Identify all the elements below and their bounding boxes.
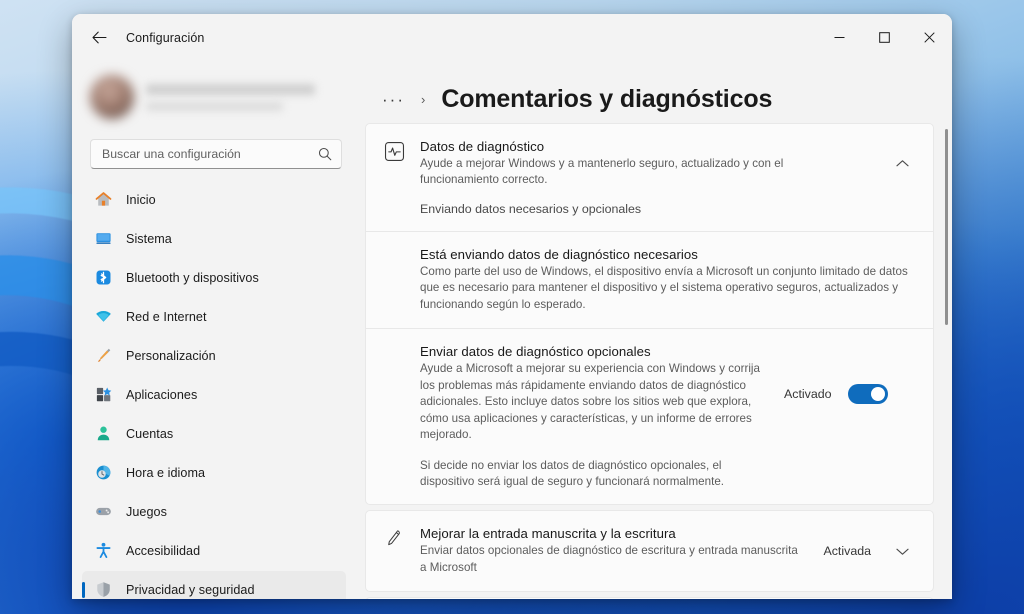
- diagnostic-data-right: [877, 149, 917, 179]
- sidebar-nav: Inicio Sistema Bluetooth y dispositivos …: [72, 181, 360, 599]
- sidebar-item-label: Inicio: [126, 192, 156, 207]
- apps-icon: [94, 386, 112, 404]
- sidebar-item-label: Cuentas: [126, 426, 174, 441]
- page-title: Comentarios y diagnósticos: [441, 84, 773, 113]
- search-input[interactable]: [102, 147, 318, 161]
- sidebar-item-label: Sistema: [126, 231, 172, 246]
- wifi-icon: [94, 308, 112, 326]
- diagnostic-data-title: Datos de diagnóstico: [420, 139, 545, 154]
- toggle-knob: [870, 386, 885, 401]
- card-diagnostic-data: Datos de diagnóstico Ayude a mejorar Win…: [365, 123, 934, 232]
- window-controls: [817, 14, 952, 61]
- close-icon: [924, 32, 935, 43]
- profile-name-blurred: [146, 83, 315, 95]
- chevron-down-icon[interactable]: [887, 536, 917, 566]
- handwriting-title: Mejorar la entrada manuscrita y la escri…: [420, 526, 676, 542]
- avatar: [90, 75, 134, 119]
- bluetooth-icon: [94, 269, 112, 287]
- card-handwriting[interactable]: Mejorar la entrada manuscrita y la escri…: [365, 510, 934, 593]
- sidebar-item-aplicaciones[interactable]: Aplicaciones: [82, 376, 346, 413]
- back-arrow-icon: [91, 31, 107, 44]
- sidebar-item-label: Red e Internet: [126, 309, 207, 324]
- content-scrollbar[interactable]: [945, 129, 948, 325]
- optional-data-toggle[interactable]: [847, 383, 888, 404]
- breadcrumb-separator: ›: [420, 91, 426, 107]
- profile-email-blurred: [146, 101, 284, 111]
- minimize-button[interactable]: [817, 14, 862, 61]
- sidebar-item-red[interactable]: Red e Internet: [82, 298, 346, 335]
- optional-data-footnote: Si decide no enviar los datos de diagnós…: [420, 458, 725, 488]
- user-profile[interactable]: [90, 64, 342, 130]
- search-icon: [318, 147, 332, 161]
- optional-data-control: Activado: [774, 383, 888, 404]
- search-box[interactable]: [90, 139, 342, 169]
- sidebar-item-label: Personalización: [126, 348, 216, 363]
- home-icon: [94, 191, 112, 209]
- main-content: ··· › Comentarios y diagnósticos Datos d…: [360, 61, 952, 599]
- sidebar-item-bluetooth[interactable]: Bluetooth y dispositivos: [82, 259, 346, 296]
- sidebar-item-label: Hora e idioma: [126, 465, 206, 480]
- shield-icon: [94, 581, 112, 599]
- handwriting-status: Activada: [823, 544, 871, 559]
- back-button[interactable]: [82, 23, 116, 53]
- diagnostic-data-status-note: Enviando datos necesarios y opcionales: [420, 201, 642, 216]
- settings-cards: Datos de diagnóstico Ayude a mejorar Win…: [365, 123, 952, 599]
- window-body: Inicio Sistema: [72, 61, 952, 599]
- sidebar-item-personalizacion[interactable]: Personalización: [82, 337, 346, 374]
- maximize-icon: [879, 32, 890, 43]
- required-data-description: Como parte del uso de Windows, el dispos…: [420, 264, 908, 311]
- sidebar-item-cuentas[interactable]: Cuentas: [82, 415, 346, 452]
- sidebar: Inicio Sistema: [72, 61, 360, 599]
- app-title: Configuración: [126, 30, 205, 45]
- sidebar-item-hora[interactable]: Hora e idioma: [82, 454, 346, 491]
- chevron-up-icon[interactable]: [887, 149, 917, 179]
- sidebar-item-label: Accesibilidad: [126, 543, 201, 558]
- breadcrumb-overflow-button[interactable]: ···: [376, 89, 411, 110]
- monitor-icon: [94, 230, 112, 248]
- close-button[interactable]: [907, 14, 952, 61]
- profile-text: [146, 83, 342, 111]
- clock-icon: [94, 464, 112, 482]
- optional-data-title: Enviar datos de diagnóstico opcionales: [420, 344, 651, 360]
- sidebar-item-inicio[interactable]: Inicio: [82, 181, 346, 218]
- accessibility-icon: [94, 542, 112, 560]
- desktop: Configuración Buscar una configuración I…: [0, 0, 1024, 614]
- brush-icon: [94, 347, 112, 365]
- required-data-text: Está enviando datos de diagnóstico neces…: [420, 247, 917, 313]
- pen-icon: [382, 526, 406, 548]
- sidebar-item-sistema[interactable]: Sistema: [82, 220, 346, 257]
- maximize-button[interactable]: [862, 14, 907, 61]
- required-data-title: Está enviando datos de diagnóstico neces…: [420, 246, 698, 262]
- title-bar: Configuración: [72, 14, 952, 61]
- diagnostic-data-description: Ayude a mejorar Windows y a mantenerlo s…: [420, 157, 784, 187]
- optional-data-text: Enviar datos de diagnóstico opcionales A…: [420, 344, 760, 443]
- settings-window: Configuración Buscar una configuración I…: [72, 14, 952, 599]
- pulse-icon: [382, 139, 406, 162]
- diagnostic-data-text: Datos de diagnóstico Ayude a mejorar Win…: [420, 139, 863, 189]
- handwriting-control: Activada: [813, 536, 917, 566]
- personalized-row[interactable]: Experiencias personalizadas Permitir que…: [366, 598, 933, 599]
- diagnostic-data-row[interactable]: Datos de diagnóstico Ayude a mejorar Win…: [366, 124, 933, 204]
- optional-data-description: Ayude a Microsoft a mejorar su experienc…: [420, 362, 761, 442]
- sidebar-item-label: Aplicaciones: [126, 387, 198, 402]
- breadcrumb: ··· › Comentarios y diagnósticos: [360, 61, 952, 123]
- card-required-data: Está enviando datos de diagnóstico neces…: [365, 231, 934, 330]
- minimize-icon: [834, 37, 845, 38]
- required-data-row: Está enviando datos de diagnóstico neces…: [366, 232, 933, 328]
- sidebar-item-privacidad[interactable]: Privacidad y seguridad: [82, 571, 346, 599]
- handwriting-row[interactable]: Mejorar la entrada manuscrita y la escri…: [366, 511, 933, 591]
- sidebar-item-label: Bluetooth y dispositivos: [126, 270, 259, 285]
- sidebar-item-accesibilidad[interactable]: Accesibilidad: [82, 532, 346, 569]
- optional-data-row: Enviar datos de diagnóstico opcionales A…: [366, 329, 933, 451]
- person-icon: [94, 425, 112, 443]
- handwriting-text: Mejorar la entrada manuscrita y la escri…: [420, 526, 799, 576]
- sidebar-item-juegos[interactable]: Juegos: [82, 493, 346, 530]
- card-personalized[interactable]: Experiencias personalizadas Permitir que…: [365, 597, 934, 599]
- sidebar-item-label: Privacidad y seguridad: [126, 582, 255, 597]
- optional-data-toggle-label: Activado: [784, 386, 832, 401]
- gamepad-icon: [94, 503, 112, 521]
- sidebar-item-label: Juegos: [126, 504, 167, 519]
- handwriting-description: Enviar datos opcionales de diagnóstico d…: [420, 544, 798, 574]
- card-optional-data: Enviar datos de diagnóstico opcionales A…: [365, 329, 934, 506]
